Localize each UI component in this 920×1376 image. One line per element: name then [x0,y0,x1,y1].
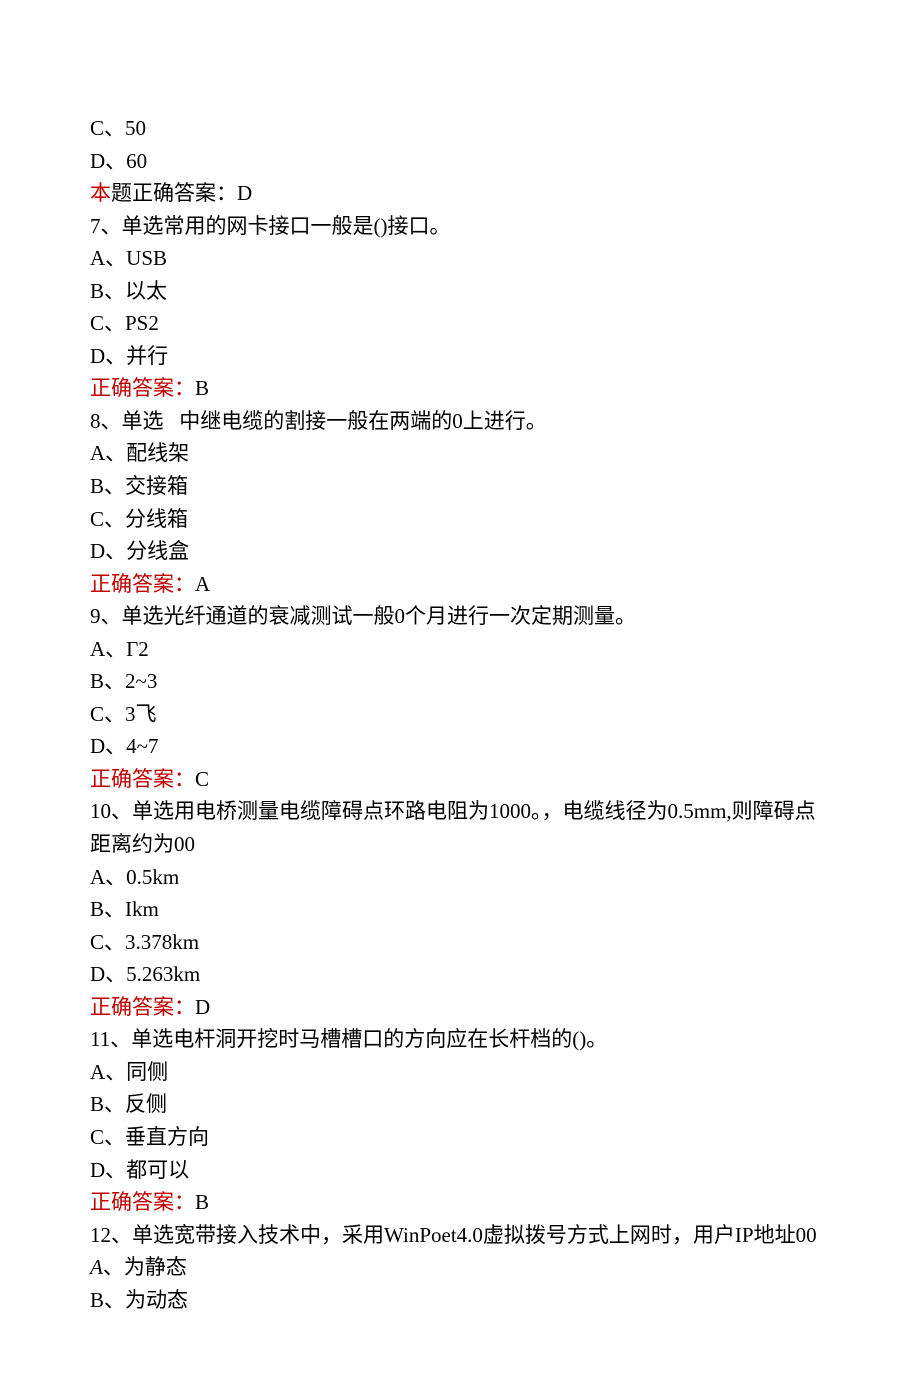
text-span: 题正确答案： [111,181,237,205]
text-line: D、60 [90,145,830,178]
text-line: C、50 [90,112,830,145]
text-line: D、并行 [90,340,830,373]
text-span: C [195,767,209,791]
text-line: A、0.5km [90,861,830,894]
text-span: A [90,1255,103,1279]
text-line: C、3飞 [90,698,830,731]
text-line: B、以太 [90,275,830,308]
text-line: 8、单选 中继电缆的割接一般在两端的0上进行。 [90,405,830,438]
text-line: 7、单选常用的网卡接口一般是()接口。 [90,210,830,243]
document-content: C、50D、60本题正确答案：D7、单选常用的网卡接口一般是()接口。A、USB… [90,112,830,1316]
text-span: 正确答案： [90,995,195,1019]
text-line: C、PS2 [90,307,830,340]
text-span: 、为静态 [103,1255,187,1279]
text-span: 正确答案： [90,767,195,791]
text-line: A、Γ2 [90,633,830,666]
text-line: D、分线盒 [90,535,830,568]
text-line: D、5.263km [90,958,830,991]
text-span: 本 [90,181,111,205]
text-line: 正确答案：B [90,372,830,405]
text-span: D [195,995,210,1019]
text-line: B、反侧 [90,1088,830,1121]
text-line: A、USB [90,242,830,275]
text-line: 9、单选光纤通道的衰减测试一般0个月进行一次定期测量。 [90,600,830,633]
text-line: D、都可以 [90,1154,830,1187]
text-span: 正确答案： [90,376,195,400]
text-span: 正确答案： [90,572,195,596]
text-line: 10、单选用电桥测量电缆障碍点环路电阻为1000。，电缆线径为0.5mm,则障碍… [90,795,830,860]
text-line: C、垂直方向 [90,1121,830,1154]
text-span: B [195,1190,209,1214]
text-span: B [195,376,209,400]
text-line: B、Ikm [90,893,830,926]
text-line: 正确答案：B [90,1186,830,1219]
text-span: D [237,181,252,205]
text-line: 本题正确答案：D [90,177,830,210]
text-line: A、同侧 [90,1056,830,1089]
text-line: 11、单选电杆洞开挖时马槽槽口的方向应在长杆档的()。 [90,1023,830,1056]
text-line: C、3.378km [90,926,830,959]
text-line: 12、单选宽带接入技术中，采用WinPoet4.0虚拟拨号方式上网时，用户IP地… [90,1219,830,1252]
text-span: A [195,572,210,596]
text-line: 正确答案：C [90,763,830,796]
text-line: A、为静态 [90,1251,830,1284]
text-line: 正确答案：D [90,991,830,1024]
text-line: C、分线箱 [90,503,830,536]
text-span: 正确答案： [90,1190,195,1214]
text-line: B、为动态 [90,1284,830,1317]
text-line: 正确答案：A [90,568,830,601]
document-page: C、50D、60本题正确答案：D7、单选常用的网卡接口一般是()接口。A、USB… [0,0,920,1376]
text-line: D、4~7 [90,730,830,763]
text-line: B、交接箱 [90,470,830,503]
text-line: B、2~3 [90,665,830,698]
text-line: A、配线架 [90,437,830,470]
